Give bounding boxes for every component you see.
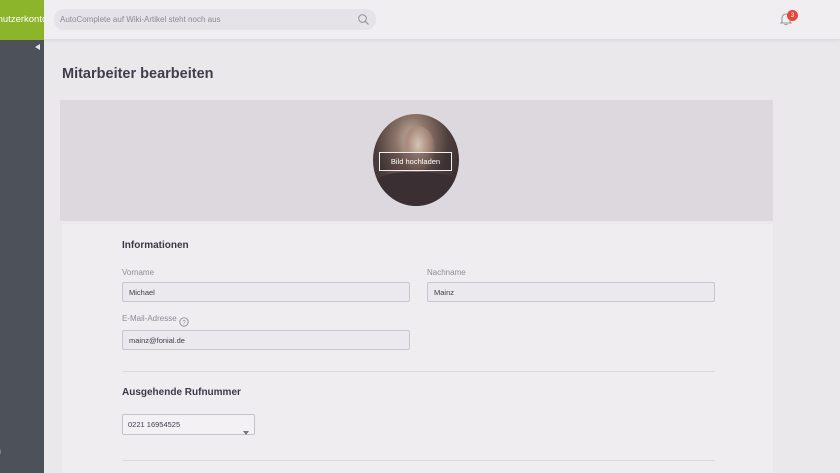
employee-form: Informationen Vorname Nachname E-Mail-Ad…: [62, 224, 773, 473]
vorname-label: Vorname: [122, 268, 155, 277]
page-title: Mitarbeiter bearbeiten: [62, 66, 214, 82]
search-input[interactable]: [60, 9, 350, 30]
nachname-field[interactable]: [427, 282, 715, 302]
nachname-label: Nachname: [427, 268, 466, 277]
chevron-down-icon: [243, 423, 249, 435]
brand-label[interactable]: Benutzerkonto: [0, 0, 44, 40]
sidebar-footer-text[interactable]: n: [0, 446, 1, 456]
search-box: [54, 9, 376, 30]
email-field[interactable]: [122, 330, 410, 350]
section-title-informationen: Informationen: [122, 240, 189, 251]
sidebar: Benutzerkonto n: [0, 0, 44, 473]
section-title-rufnummer: Ausgehende Rufnummer: [122, 387, 241, 398]
top-bar: 3: [44, 0, 840, 40]
upload-photo-button[interactable]: Bild hochladen: [379, 152, 452, 171]
section-divider: [122, 371, 715, 372]
vorname-field[interactable]: [122, 282, 410, 302]
help-icon[interactable]: ?: [179, 314, 189, 327]
email-label: E-Mail-Adresse: [122, 314, 177, 323]
outgoing-number-value: 0221 16954525: [128, 420, 181, 429]
outgoing-number-select[interactable]: 0221 16954525: [122, 414, 255, 435]
section-divider: [122, 460, 715, 461]
notification-badge[interactable]: 3: [787, 10, 798, 21]
search-icon[interactable]: [357, 13, 370, 26]
profile-photo-panel: Bild hochladen: [60, 100, 773, 221]
collapse-arrow-icon[interactable]: [35, 44, 41, 50]
